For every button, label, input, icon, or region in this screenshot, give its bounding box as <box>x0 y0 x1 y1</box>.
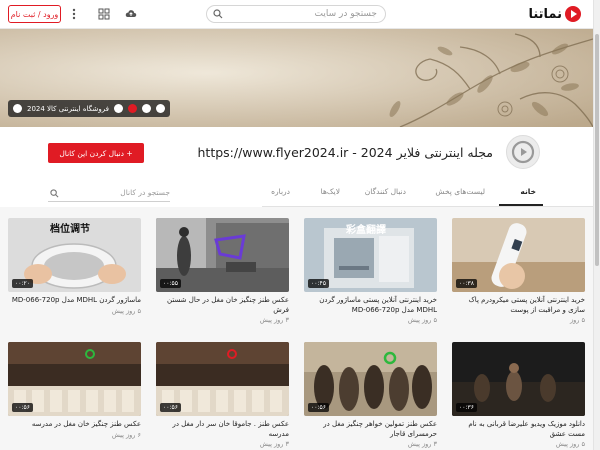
thumb-overlay-text: 档位调节 <box>50 224 90 235</box>
login-register-button[interactable]: ورود / ثبت نام <box>8 5 61 23</box>
video-duration: ۰۰:۵۶ <box>12 403 33 412</box>
tabs-divider <box>262 206 593 207</box>
video-thumbnail[interactable]: ۰۰:۵۶ <box>156 342 289 416</box>
video-title[interactable]: ماساژور گردن MDHL مدل MD-066-720p <box>8 296 141 306</box>
video-card[interactable]: ۰۰:۳۶ دانلود موزیک ویدیو علیرضا قربانی ب… <box>452 342 585 448</box>
scrollbar-thumb[interactable] <box>595 34 599 266</box>
video-card[interactable]: 档位调节 ۰۰:۲۰ ماساژور گردن MDHL مدل MD-066-… <box>8 218 141 315</box>
video-duration: ۰۰:۵۶ <box>308 403 329 412</box>
site-logo[interactable]: نماتنا <box>528 5 581 23</box>
video-duration: ۰۰:۵۶ <box>160 403 181 412</box>
instagram-icon[interactable] <box>155 104 165 113</box>
video-title[interactable]: عکس طنز چنگیز خان مغل در حال شستن فرش <box>156 296 289 315</box>
video-title[interactable]: عکس طنز تمولین خواهر چنگیز مغل در حرمسرا… <box>304 420 437 439</box>
video-thumbnail[interactable]: ۰۰:۵۶ <box>304 342 437 416</box>
video-thumbnail[interactable]: 档位调节 ۰۰:۲۰ <box>8 218 141 292</box>
video-title[interactable]: خرید اینترنتی آنلاین پستی ماساژور گردن M… <box>304 296 437 315</box>
thumb-overlay-text: 彩盒翻譯 <box>346 225 386 236</box>
video-card[interactable]: 彩盒翻譯 ۰۰:۴۵ خرید اینترنتی آنلاین پستی ماس… <box>304 218 437 324</box>
video-title[interactable]: عکس طنز چنگیز خان مغل در مدرسه <box>8 420 141 430</box>
video-meta: ۳ روز پیش <box>259 440 289 448</box>
video-duration: ۰۰:۴۵ <box>308 279 329 288</box>
video-title[interactable]: دانلود موزیک ویدیو علیرضا قربانی به نام … <box>452 420 585 439</box>
channel-title: مجله اینترنتی فلایر 2024 - https://www.f… <box>197 145 494 160</box>
telegram-icon[interactable] <box>141 104 151 113</box>
video-duration: ۰۰:۲۰ <box>12 279 33 288</box>
video-thumbnail[interactable]: ۰۰:۵۶ <box>8 342 141 416</box>
tab-home[interactable]: خانه <box>520 187 536 196</box>
site-search-input[interactable] <box>227 9 377 19</box>
video-card[interactable]: ۰۰:۳۸ خرید اینترنتی آنلاین پستی میکرودرم… <box>452 218 585 324</box>
active-tab-indicator <box>499 204 543 206</box>
video-meta: ۳ روز پیش <box>407 440 437 448</box>
logo-play-icon <box>565 6 581 22</box>
aparat-icon[interactable] <box>127 104 137 113</box>
video-meta: ۶ روز پیش <box>111 430 141 439</box>
video-title[interactable]: خرید اینترنتی آنلاین پستی میکرودرم پاک س… <box>452 296 585 315</box>
video-card[interactable]: ۰۰:۵۶ عکس طنز . جاموقا خان سر دار مغل در… <box>156 342 289 448</box>
search-icon[interactable] <box>50 189 59 198</box>
follow-channel-button[interactable]: + دنبال کردن این کانال <box>48 143 144 163</box>
video-meta: ۳ روز پیش <box>259 316 289 324</box>
page-scrollbar[interactable] <box>593 0 600 450</box>
video-card[interactable]: ۰۰:۵۵ عکس طنز چنگیز خان مغل در حال شستن … <box>156 218 289 324</box>
video-duration: ۰۰:۳۸ <box>456 279 477 288</box>
channel-avatar[interactable] <box>506 135 540 169</box>
upload-icon[interactable] <box>125 8 137 20</box>
social-links-strip: فروشگاه اینترنتی کالا 2024 <box>8 100 170 117</box>
video-duration: ۰۰:۳۶ <box>456 403 477 412</box>
site-search-box[interactable] <box>206 5 386 23</box>
tab-likes[interactable]: لایک‌ها <box>321 187 340 196</box>
video-thumbnail[interactable]: ۰۰:۳۸ <box>452 218 585 292</box>
search-icon[interactable] <box>213 9 223 19</box>
apps-grid-icon[interactable] <box>98 8 110 20</box>
video-title[interactable]: عکس طنز . جاموقا خان سر دار مغل در مدرسه <box>156 420 289 439</box>
video-thumbnail[interactable]: ۰۰:۵۵ <box>156 218 289 292</box>
video-meta: ۵ روز پیش <box>111 306 141 315</box>
top-navigation-bar: نماتنا ورود / ثبت نام <box>0 0 593 29</box>
link-icon[interactable] <box>13 104 22 113</box>
tab-playlists[interactable]: لیست‌های پخش <box>435 187 485 196</box>
video-meta: ۵ روز پیش <box>407 316 437 324</box>
channel-tabs: خانه لیست‌های پخش دنبال کنندگان لایک‌ها … <box>0 180 593 207</box>
website-icon[interactable] <box>113 104 123 113</box>
video-card[interactable]: ۰۰:۵۶ عکس طنز چنگیز خان مغل در مدرسه ۶ ر… <box>8 342 141 439</box>
video-meta: ۵ روز پیش <box>555 440 585 448</box>
video-thumbnail[interactable]: 彩盒翻譯 ۰۰:۴۵ <box>304 218 437 292</box>
video-card[interactable]: ۰۰:۵۶ عکس طنز تمولین خواهر چنگیز مغل در … <box>304 342 437 448</box>
tab-about[interactable]: درباره <box>271 187 290 196</box>
play-circle-icon <box>511 140 535 164</box>
more-vert-icon[interactable] <box>68 8 80 20</box>
tab-followers[interactable]: دنبال کنندگان <box>365 187 406 196</box>
video-thumbnail[interactable]: ۰۰:۳۶ <box>452 342 585 416</box>
video-meta: ۵ روز <box>570 316 585 324</box>
logo-text: نماتنا <box>528 6 562 22</box>
channel-search-box[interactable] <box>48 184 170 202</box>
video-duration: ۰۰:۵۵ <box>160 279 181 288</box>
channel-search-input[interactable] <box>70 188 170 197</box>
store-link-text[interactable]: فروشگاه اینترنتی کالا 2024 <box>27 105 109 113</box>
